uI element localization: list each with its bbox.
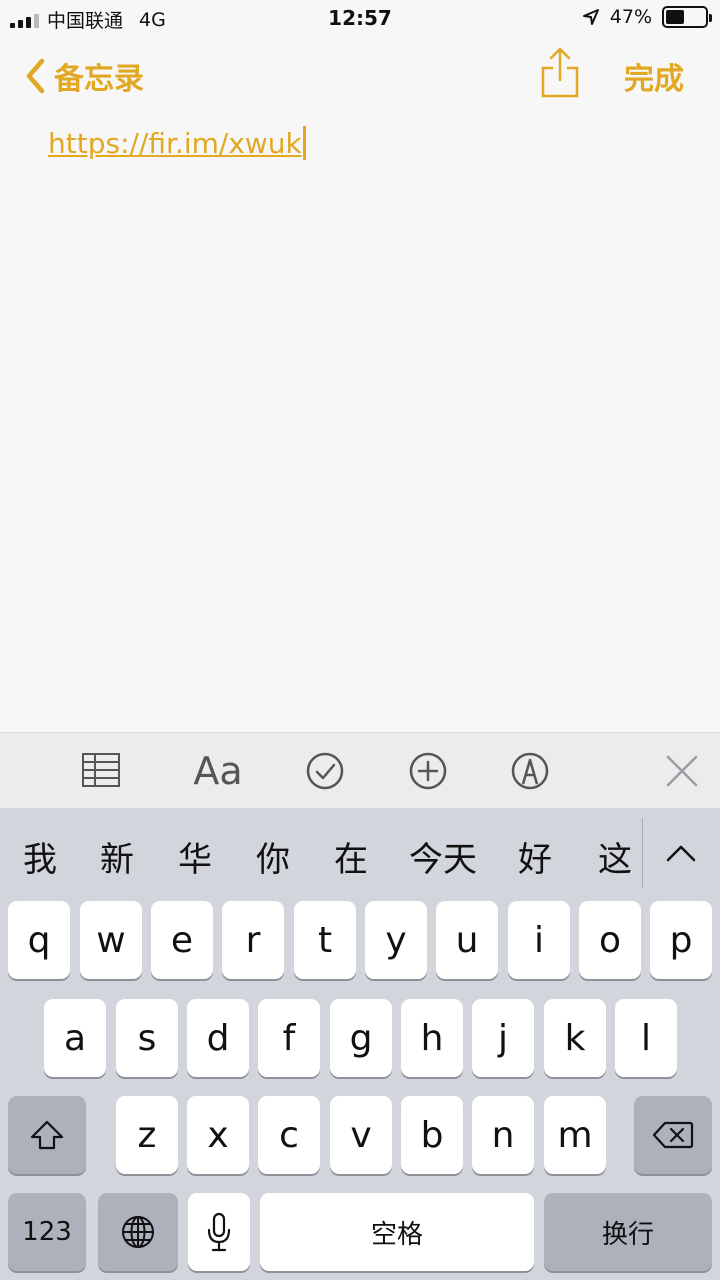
key-z[interactable]: z bbox=[116, 1096, 178, 1174]
key-y[interactable]: y bbox=[365, 901, 427, 979]
key-q[interactable]: q bbox=[8, 901, 70, 979]
microphone-key[interactable] bbox=[188, 1193, 250, 1271]
battery-percent: 47% bbox=[609, 6, 652, 28]
key-k[interactable]: k bbox=[544, 999, 606, 1077]
numbers-key[interactable]: 123 bbox=[8, 1193, 86, 1271]
key-e[interactable]: e bbox=[151, 901, 213, 979]
nav-bar: 备忘录 完成 bbox=[0, 38, 720, 110]
key-t[interactable]: t bbox=[294, 901, 356, 979]
candidate-item[interactable]: 今天 bbox=[405, 832, 481, 881]
battery-fill bbox=[666, 10, 684, 24]
candidate-divider bbox=[642, 818, 643, 888]
key-w[interactable]: w bbox=[80, 901, 142, 979]
format-button[interactable]: Aa bbox=[190, 749, 246, 793]
candidate-item[interactable]: 新 bbox=[97, 832, 137, 881]
key-d[interactable]: d bbox=[187, 999, 249, 1077]
space-key[interactable]: 空格 bbox=[260, 1193, 534, 1271]
checklist-icon bbox=[306, 752, 344, 790]
key-o[interactable]: o bbox=[579, 901, 641, 979]
table-button[interactable] bbox=[80, 749, 122, 793]
format-toolbar: Aa bbox=[0, 732, 720, 808]
back-button[interactable]: 备忘录 bbox=[24, 54, 144, 98]
share-button[interactable] bbox=[540, 46, 580, 98]
delete-key[interactable] bbox=[634, 1096, 712, 1174]
key-m[interactable]: m bbox=[544, 1096, 606, 1174]
status-bar: 中国联通 4G 12:57 47% bbox=[0, 0, 720, 38]
close-icon bbox=[666, 755, 698, 787]
done-button[interactable]: 完成 bbox=[624, 54, 684, 98]
candidate-bar: 我 新 华 你 在 今天 好 这 bbox=[0, 808, 720, 898]
add-button[interactable] bbox=[408, 749, 448, 793]
candidate-item[interactable]: 好 bbox=[515, 832, 555, 881]
table-icon bbox=[82, 753, 120, 787]
text-cursor bbox=[302, 126, 306, 160]
candidate-item[interactable]: 我 bbox=[20, 832, 60, 881]
shift-icon bbox=[30, 1120, 64, 1150]
add-icon bbox=[409, 752, 447, 790]
note-link[interactable]: https://fir.im/xwuk bbox=[48, 126, 306, 160]
key-s[interactable]: s bbox=[116, 999, 178, 1077]
candidate-item[interactable]: 华 bbox=[175, 832, 215, 881]
note-body[interactable]: https://fir.im/xwuk bbox=[0, 110, 720, 732]
key-l[interactable]: l bbox=[615, 999, 677, 1077]
expand-candidates-button[interactable] bbox=[664, 838, 698, 868]
status-right: 47% bbox=[582, 6, 712, 28]
note-text: https://fir.im/xwuk bbox=[48, 127, 302, 160]
key-b[interactable]: b bbox=[401, 1096, 463, 1174]
key-j[interactable]: j bbox=[472, 999, 534, 1077]
key-r[interactable]: r bbox=[222, 901, 284, 979]
backspace-icon bbox=[652, 1121, 694, 1149]
key-v[interactable]: v bbox=[330, 1096, 392, 1174]
key-i[interactable]: i bbox=[508, 901, 570, 979]
globe-icon bbox=[122, 1216, 154, 1248]
key-c[interactable]: c bbox=[258, 1096, 320, 1174]
return-key[interactable]: 换行 bbox=[544, 1193, 712, 1271]
checklist-button[interactable] bbox=[305, 749, 345, 793]
candidate-item[interactable]: 在 bbox=[331, 832, 371, 881]
key-a[interactable]: a bbox=[44, 999, 106, 1077]
battery-icon bbox=[662, 6, 712, 28]
key-f[interactable]: f bbox=[258, 999, 320, 1077]
candidate-item[interactable]: 你 bbox=[253, 832, 293, 881]
key-u[interactable]: u bbox=[436, 901, 498, 979]
markup-icon bbox=[511, 752, 549, 790]
globe-key[interactable] bbox=[98, 1193, 178, 1271]
chevron-up-icon bbox=[666, 845, 696, 862]
keyboard: q w e r t y u i o p a s d f g h j k l z … bbox=[0, 898, 720, 1280]
key-x[interactable]: x bbox=[187, 1096, 249, 1174]
location-arrow-icon bbox=[582, 9, 599, 25]
key-p[interactable]: p bbox=[650, 901, 712, 979]
key-n[interactable]: n bbox=[472, 1096, 534, 1174]
close-button[interactable] bbox=[662, 749, 702, 793]
chevron-left-icon bbox=[26, 58, 45, 94]
key-g[interactable]: g bbox=[330, 999, 392, 1077]
key-h[interactable]: h bbox=[401, 999, 463, 1077]
back-label: 备忘录 bbox=[54, 62, 144, 97]
share-icon bbox=[541, 47, 579, 98]
candidate-item[interactable]: 这 bbox=[595, 832, 635, 881]
microphone-icon bbox=[207, 1212, 231, 1252]
shift-key[interactable] bbox=[8, 1096, 86, 1174]
markup-button[interactable] bbox=[510, 749, 550, 793]
